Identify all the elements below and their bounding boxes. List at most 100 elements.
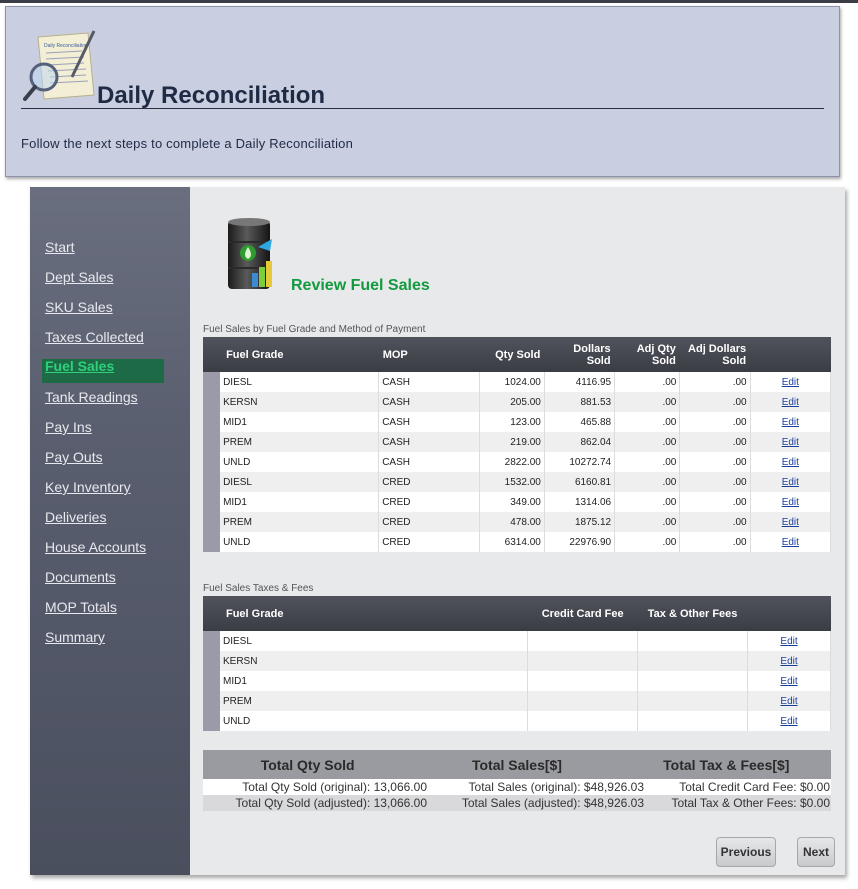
row-edit-cell: Edit — [747, 631, 831, 651]
cell-tax-other-fees — [637, 671, 749, 691]
table-row: PREM CRED 478.00 1875.12.00.00 Edit — [203, 512, 832, 532]
sidebar-item-pay-ins[interactable]: Pay Ins — [45, 419, 92, 435]
page-title: Daily Reconciliation — [97, 82, 326, 109]
edit-link[interactable]: Edit — [782, 417, 799, 428]
cell-mop: CASH — [378, 452, 480, 472]
total-tax-fees-header: Total Tax & Fees[$] — [663, 756, 790, 773]
row-edit-cell: Edit — [750, 512, 832, 532]
previous-button[interactable]: Previous — [716, 837, 776, 867]
sidebar-nav: Start Dept Sales SKU Sales Taxes Collect… — [30, 187, 190, 875]
cell-fuel-grade: MID1 — [220, 492, 380, 512]
edit-link[interactable]: Edit — [780, 636, 797, 647]
row-edit-cell: Edit — [750, 392, 832, 412]
cell-dollars-sold: 862.04 — [544, 432, 616, 452]
sidebar-item-start[interactable]: Start — [45, 239, 75, 255]
icon-document-text: Daily Reconciliation — [44, 43, 88, 49]
cell-qty-sold: 478.00 — [479, 512, 545, 532]
table-row: MID1 Edit — [203, 671, 831, 691]
row-stub — [203, 372, 221, 392]
table-row: PREM Edit — [203, 691, 831, 711]
cell-adj-qty-sold: .00 — [614, 532, 681, 552]
col-tax-other-fees: Tax & Other Fees — [637, 596, 748, 631]
table-row: UNLD Edit — [203, 711, 831, 731]
col-dollars-sold: Dollars Sold — [544, 337, 615, 372]
sidebar-item-deliveries[interactable]: Deliveries — [45, 509, 106, 525]
cell-qty-sold: 1532.00 — [479, 472, 545, 492]
edit-link[interactable]: Edit — [780, 676, 797, 687]
edit-link[interactable]: Edit — [782, 397, 799, 408]
cell-dollars-sold: 1314.06 — [544, 492, 616, 512]
edit-link[interactable]: Edit — [782, 377, 799, 388]
sidebar-item-tank-readings[interactable]: Tank Readings — [45, 389, 138, 405]
row-stub — [203, 452, 221, 472]
col-actions — [747, 596, 831, 631]
totals-header: Total Qty Sold Total Sales[$] Total Tax … — [203, 750, 831, 779]
sidebar-item-pay-outs[interactable]: Pay Outs — [45, 449, 103, 465]
sidebar-item-summary[interactable]: Summary — [45, 629, 105, 645]
page-header: Daily Reconciliation Daily Reconciliatio… — [5, 6, 840, 177]
row-stub — [203, 512, 221, 532]
sidebar-item-fuel-sales[interactable]: Fuel Sales — [42, 359, 164, 383]
wizard-frame: Start Dept Sales SKU Sales Taxes Collect… — [30, 187, 845, 875]
row-stub — [203, 671, 220, 691]
cell-credit-card-fee — [527, 631, 639, 651]
cell-mop: CASH — [378, 392, 480, 412]
cell-adj-dollars-sold: .00 — [679, 432, 751, 452]
col-adj-qty-sold: Adj Qty Sold — [614, 337, 680, 372]
cell-mop: CRED — [378, 492, 480, 512]
header-stub — [203, 596, 220, 631]
cell-fuel-grade: DIESL — [220, 372, 380, 392]
cell-adj-qty-sold: .00 — [614, 452, 681, 472]
sidebar-item-mop-totals[interactable]: MOP Totals — [45, 599, 117, 615]
row-stub — [203, 472, 221, 492]
edit-link[interactable]: Edit — [780, 716, 797, 727]
totals-row-adjusted: Total Qty Sold (adjusted): 13,066.00 Tot… — [203, 795, 831, 811]
cell-fuel-grade: PREM — [219, 691, 529, 711]
edit-link[interactable]: Edit — [780, 696, 797, 707]
table-row: DIESL CRED 1532.00 6160.81.00.00 Edit — [203, 472, 832, 492]
row-stub — [203, 651, 220, 671]
total-credit-card-fee: Total Credit Card Fee: $0.00 — [679, 780, 830, 794]
cell-adj-qty-sold: .00 — [614, 412, 681, 432]
row-edit-cell: Edit — [750, 412, 832, 432]
cell-mop: CASH — [378, 412, 480, 432]
cell-credit-card-fee — [527, 651, 639, 671]
edit-link[interactable]: Edit — [782, 477, 799, 488]
cell-dollars-sold: 1875.12 — [544, 512, 616, 532]
edit-link[interactable]: Edit — [782, 497, 799, 508]
sidebar-item-key-inventory[interactable]: Key Inventory — [45, 479, 131, 495]
cell-fuel-grade: PREM — [220, 432, 380, 452]
next-button[interactable]: Next — [797, 837, 835, 867]
fuel-sales-table: Fuel Grade MOP Qty Sold Dollars Sold Adj… — [203, 337, 832, 552]
main-content: Review Fuel Sales Fuel Sales by Fuel Gra… — [190, 187, 845, 875]
sidebar-item-documents[interactable]: Documents — [45, 569, 116, 585]
total-qty-header: Total Qty Sold — [260, 756, 355, 773]
edit-link[interactable]: Edit — [782, 517, 799, 528]
sidebar-item-house-accounts[interactable]: House Accounts — [45, 539, 146, 555]
row-edit-cell: Edit — [750, 472, 832, 492]
cell-adj-qty-sold: .00 — [614, 432, 681, 452]
table-row: DIESL CASH 1024.00 4116.95.00.00 Edit — [203, 372, 832, 392]
cell-fuel-grade: MID1 — [219, 671, 529, 691]
edit-link[interactable]: Edit — [782, 457, 799, 468]
cell-qty-sold: 123.00 — [479, 412, 545, 432]
totals-row-original: Total Qty Sold (original): 13,066.00 Tot… — [203, 779, 831, 795]
row-stub — [203, 392, 221, 412]
cell-tax-other-fees — [637, 631, 749, 651]
sidebar-item-sku-sales[interactable]: SKU Sales — [45, 299, 113, 315]
row-edit-cell: Edit — [747, 711, 831, 731]
cell-qty-sold: 219.00 — [479, 432, 545, 452]
cell-qty-sold: 205.00 — [479, 392, 545, 412]
cell-adj-dollars-sold: .00 — [679, 452, 751, 472]
col-adj-dollars-sold: Adj Dollars Sold — [679, 337, 751, 372]
row-stub — [203, 691, 220, 711]
sidebar-item-taxes-collected[interactable]: Taxes Collected — [45, 329, 144, 345]
cell-adj-dollars-sold: .00 — [679, 532, 751, 552]
sidebar-item-dept-sales[interactable]: Dept Sales — [45, 269, 113, 285]
cell-mop: CRED — [378, 512, 480, 532]
cell-tax-other-fees — [637, 651, 749, 671]
table-row: KERSN Edit — [203, 651, 831, 671]
edit-link[interactable]: Edit — [782, 437, 799, 448]
edit-link[interactable]: Edit — [782, 537, 799, 548]
edit-link[interactable]: Edit — [780, 656, 797, 667]
